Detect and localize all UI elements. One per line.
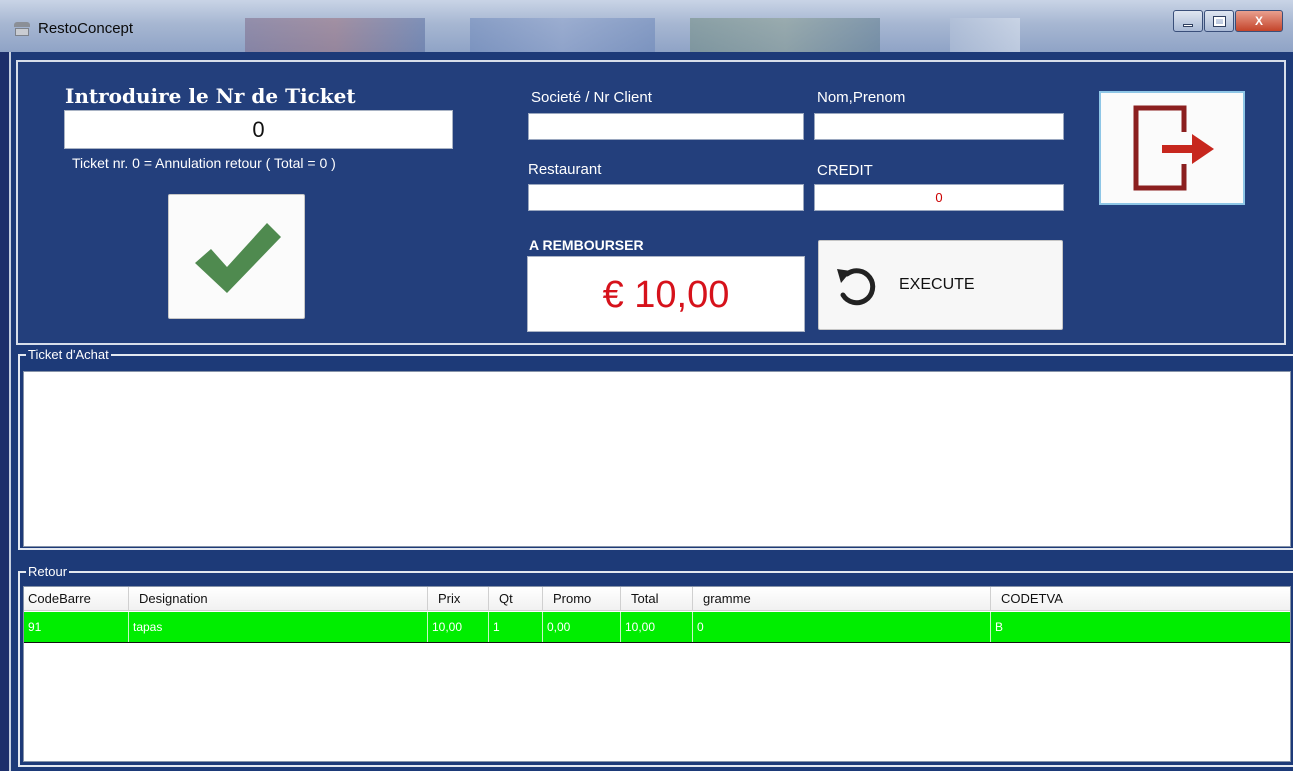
table-cell[interactable]: 10,00 xyxy=(621,612,693,642)
table-cell[interactable]: 10,00 xyxy=(428,612,489,642)
table-cell[interactable]: 0 xyxy=(693,612,991,642)
titlebar-decoration xyxy=(690,18,880,52)
restaurant-field[interactable] xyxy=(528,184,804,211)
credit-field[interactable]: 0 xyxy=(814,184,1064,211)
column-header[interactable]: Designation xyxy=(129,587,428,610)
column-header[interactable]: CodeBarre xyxy=(24,587,129,610)
close-button[interactable]: X xyxy=(1235,10,1283,32)
refund-amount: € 10,00 xyxy=(527,256,805,332)
titlebar-decoration xyxy=(245,18,425,52)
table-cell[interactable]: tapas xyxy=(129,612,428,642)
ticket-heading: Introduire le Nr de Ticket xyxy=(65,84,356,108)
societe-label: Societé / Nr Client xyxy=(531,89,652,106)
societe-field[interactable] xyxy=(528,113,804,140)
titlebar-decoration xyxy=(470,18,655,52)
maximize-icon xyxy=(1212,15,1226,27)
exit-button[interactable] xyxy=(1099,91,1245,205)
ticket-number-input[interactable]: 0 xyxy=(64,110,453,149)
minimize-icon xyxy=(1183,23,1193,27)
close-icon: X xyxy=(1254,14,1263,28)
confirm-button[interactable] xyxy=(168,194,305,319)
checkmark-icon xyxy=(194,222,281,293)
app-icon xyxy=(14,22,30,36)
column-header[interactable]: gramme xyxy=(693,587,991,610)
table-cell[interactable]: B xyxy=(991,612,1290,642)
column-header[interactable]: Total xyxy=(621,587,693,610)
ticket-achat-list[interactable] xyxy=(23,371,1291,547)
ticket-hint: Ticket nr. 0 = Annulation retour ( Total… xyxy=(72,155,336,171)
ticket-achat-title: Ticket d'Achat xyxy=(26,347,111,362)
maximize-button[interactable] xyxy=(1204,10,1234,32)
restaurant-label: Restaurant xyxy=(528,161,602,178)
retour-title: Retour xyxy=(26,564,70,579)
table-row[interactable]: 91 tapas 10,00 1 0,00 10,00 0 B xyxy=(24,612,1290,643)
title-bar[interactable]: RestoConcept X xyxy=(0,0,1293,52)
column-header[interactable]: Promo xyxy=(543,587,621,610)
column-header[interactable]: Qt xyxy=(489,587,543,610)
minimize-button[interactable] xyxy=(1173,10,1203,32)
refund-label: A REMBOURSER xyxy=(529,237,644,253)
column-header[interactable]: Prix xyxy=(428,587,489,610)
table-cell[interactable]: 91 xyxy=(24,612,129,642)
undo-icon xyxy=(837,268,876,306)
nom-field[interactable] xyxy=(814,113,1064,140)
retour-table[interactable]: CodeBarre Designation Prix Qt Promo Tota… xyxy=(23,586,1291,762)
table-cell[interactable]: 0,00 xyxy=(543,612,621,642)
window-title: RestoConcept xyxy=(38,20,134,37)
table-header: CodeBarre Designation Prix Qt Promo Tota… xyxy=(24,587,1290,611)
nom-label: Nom,Prenom xyxy=(817,89,906,106)
execute-label: EXECUTE xyxy=(899,276,975,293)
execute-button[interactable]: EXECUTE xyxy=(818,240,1063,330)
table-cell[interactable]: 1 xyxy=(489,612,543,642)
credit-label: CREDIT xyxy=(817,162,873,179)
column-header[interactable]: CODETVA xyxy=(991,587,1290,610)
exit-door-icon xyxy=(1133,105,1214,191)
titlebar-decoration xyxy=(950,18,1020,52)
